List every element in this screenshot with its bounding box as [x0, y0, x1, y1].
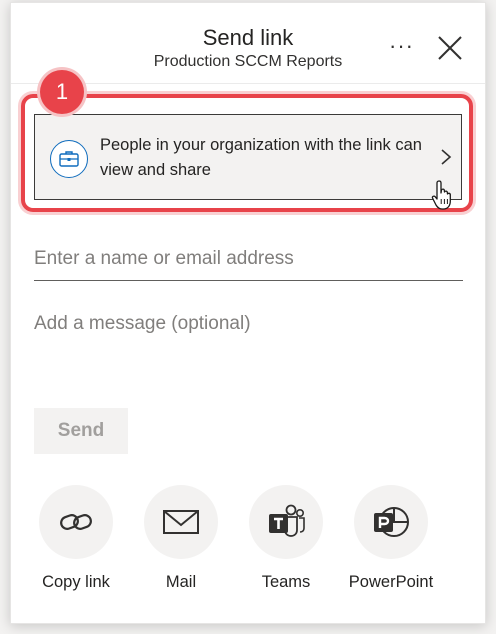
copy-link-button[interactable]	[39, 485, 113, 559]
link-icon	[60, 514, 92, 530]
copy-link-option[interactable]: Copy link	[21, 485, 131, 595]
annotation-highlight-frame	[21, 94, 473, 212]
powerpoint-icon	[374, 507, 409, 537]
mail-label: Mail	[165, 573, 197, 591]
recipient-input[interactable]	[34, 238, 463, 281]
copy-link-label: Copy link	[42, 573, 110, 591]
message-input[interactable]	[34, 313, 463, 393]
step-number-badge: 1	[40, 70, 84, 114]
teams-button[interactable]	[249, 485, 323, 559]
hand-cursor-icon	[431, 180, 451, 210]
send-button[interactable]: Send	[34, 408, 128, 454]
mail-option[interactable]: Mail	[126, 485, 236, 595]
close-icon	[438, 36, 462, 60]
powerpoint-label: PowerPoint	[348, 573, 434, 591]
powerpoint-option[interactable]: PowerPoint	[336, 485, 446, 595]
send-link-dialog: Send link Production SCCM Reports ··· Pe…	[10, 2, 486, 624]
more-options-button[interactable]: ···	[389, 33, 414, 59]
mail-button[interactable]	[144, 485, 218, 559]
teams-label: Teams	[261, 573, 311, 591]
close-button[interactable]	[435, 33, 465, 63]
powerpoint-button[interactable]	[354, 485, 428, 559]
teams-option[interactable]: Teams	[231, 485, 341, 595]
teams-icon	[269, 504, 305, 537]
dialog-header: Send link Production SCCM Reports ···	[11, 3, 485, 84]
mail-icon	[163, 510, 199, 534]
